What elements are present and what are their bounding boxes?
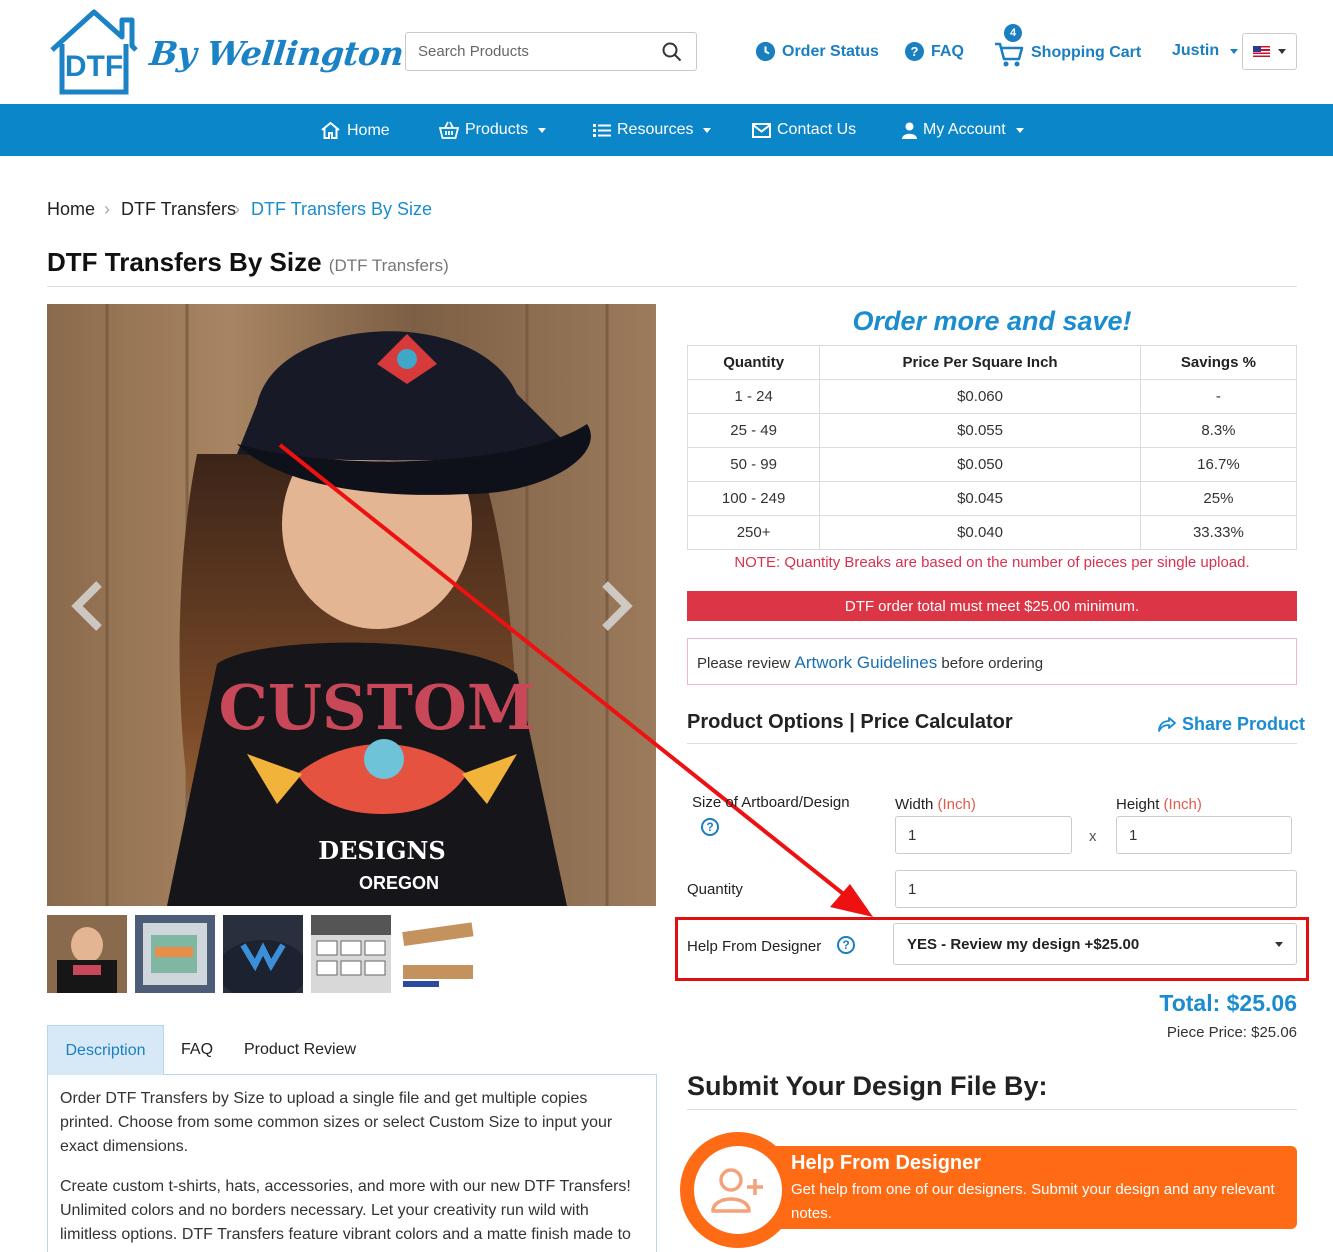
description-paragraph: Create custom t-shirts, hats, accessorie…	[60, 1178, 631, 1243]
description-panel: Order DTF Transfers by Size to upload a …	[47, 1075, 657, 1252]
table-row: 25 - 49 $0.055 8.3%	[686, 413, 1298, 448]
table-cell: $0.055	[819, 413, 1141, 448]
table-header: Quantity	[686, 345, 821, 380]
table-row: 250+ $0.040 33.33%	[686, 515, 1298, 550]
times-sign: x	[1089, 828, 1097, 845]
unit-label: (Inch)	[1163, 796, 1202, 813]
tab-product-review[interactable]: Product Review	[244, 1025, 356, 1075]
thumbnail-5[interactable]	[399, 915, 479, 993]
table-cell: $0.060	[819, 379, 1141, 414]
thumbnail-2[interactable]	[135, 915, 215, 993]
table-header: Savings %	[1139, 345, 1298, 380]
options-title: Product Options | Price Calculator	[687, 711, 1013, 733]
table-cell: 16.7%	[1139, 447, 1298, 482]
table-cell: -	[1139, 379, 1298, 414]
table-row: 100 - 249 $0.045 25%	[686, 481, 1298, 516]
piece-price: Piece Price: $25.06	[1166, 1024, 1297, 1041]
width-input[interactable]: 1	[895, 816, 1072, 854]
share-icon	[1158, 716, 1176, 732]
minimum-alert: DTF order total must meet $25.00 minimum…	[687, 591, 1297, 621]
table-cell: $0.050	[819, 447, 1141, 482]
review-suffix: before ordering	[937, 655, 1044, 672]
annotation-highlight-box	[675, 917, 1309, 981]
table-cell: 25%	[1139, 481, 1298, 516]
share-product-button[interactable]: Share Product	[1158, 714, 1305, 735]
height-label-text: Height	[1116, 796, 1160, 813]
unit-label: (Inch)	[937, 796, 976, 813]
promo-headline: Order more and save!	[852, 306, 1132, 336]
review-prefix: Please review	[697, 655, 795, 672]
table-row: 1 - 24 $0.060-	[686, 379, 1298, 414]
table-cell: $0.045	[819, 481, 1141, 516]
description-paragraph: Order DTF Transfers by Size to upload a …	[60, 1090, 613, 1155]
tab-faq[interactable]: FAQ	[181, 1025, 213, 1075]
table-cell: 1 - 24	[686, 379, 821, 414]
thumbnail-4[interactable]	[311, 915, 391, 993]
thumbnail-3[interactable]	[223, 915, 303, 993]
size-label: Size of Artboard/Design	[692, 794, 850, 811]
table-cell: 250+	[686, 515, 821, 550]
pricing-table: Quantity Price Per Square Inch Savings %…	[686, 345, 1298, 550]
help-icon[interactable]: ?	[701, 818, 719, 836]
table-cell: 100 - 249	[686, 481, 821, 516]
table-cell: 8.3%	[1139, 413, 1298, 448]
total-price: Total: $25.06	[1159, 990, 1297, 1016]
height-label: Height (Inch)	[1116, 796, 1202, 813]
height-input[interactable]: 1	[1116, 816, 1292, 854]
quantity-input[interactable]: 1	[895, 870, 1297, 908]
width-label: Width (Inch)	[895, 796, 976, 813]
table-cell: $0.040	[819, 515, 1141, 550]
quantity-note: NOTE: Quantity Breaks are based on the n…	[734, 554, 1250, 571]
width-label-text: Width	[895, 796, 934, 813]
add-user-icon	[694, 1146, 782, 1234]
table-row: 50 - 99 $0.050 16.7%	[686, 447, 1298, 482]
card-title: Help From Designer	[791, 1152, 982, 1174]
artwork-review-box: Please review Artwork Guidelines before …	[687, 638, 1297, 685]
share-label: Share Product	[1182, 714, 1306, 734]
quantity-label: Quantity	[687, 881, 743, 898]
artwork-guidelines-link[interactable]: Artwork Guidelines	[795, 653, 938, 672]
tab-description[interactable]: Description	[47, 1025, 164, 1075]
submit-section-title: Submit Your Design File By:	[687, 1071, 1048, 1101]
table-cell: 25 - 49	[686, 413, 821, 448]
table-cell: 33.33%	[1139, 515, 1298, 550]
card-text: Get help from one of our designers. Subm…	[791, 1181, 1275, 1222]
divider	[687, 1109, 1297, 1110]
table-header: Price Per Square Inch	[819, 345, 1141, 380]
table-cell: 50 - 99	[686, 447, 821, 482]
divider	[687, 743, 1297, 744]
thumbnail-1[interactable]	[47, 915, 127, 993]
